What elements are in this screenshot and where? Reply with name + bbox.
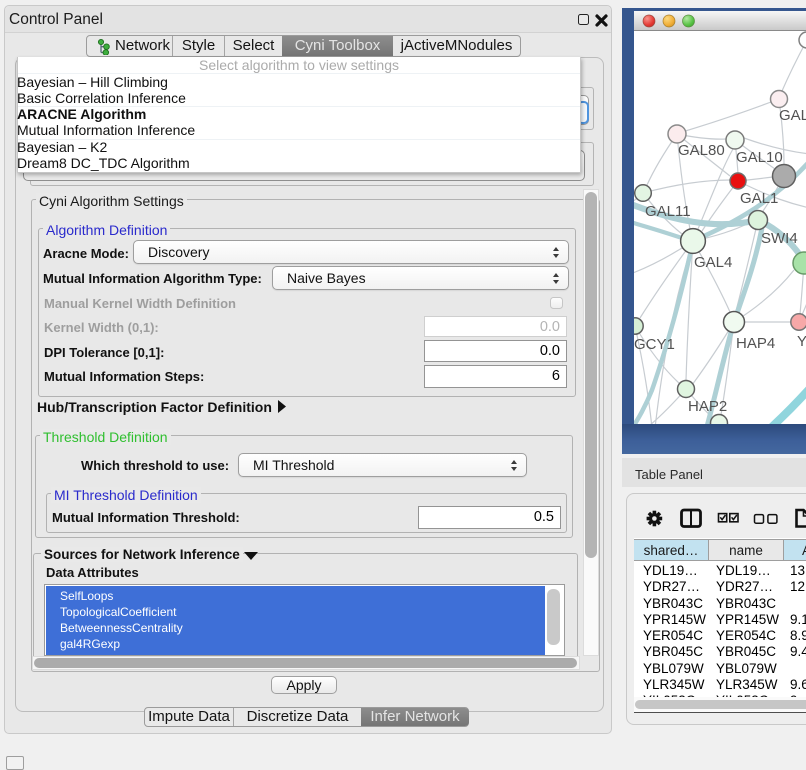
svg-text:GAL10: GAL10 [736,149,783,166]
svg-text:GAL1: GAL1 [740,190,778,207]
svg-text:GCY1: GCY1 [634,336,675,353]
svg-text:GAL11: GAL11 [645,203,691,220]
svg-text:YJ: YJ [797,333,806,350]
svg-text:SWI4: SWI4 [761,230,798,247]
svg-text:HAP2: HAP2 [688,398,727,415]
svg-text:GAL4: GAL4 [694,254,732,271]
svg-text:HAP4: HAP4 [736,335,775,352]
svg-text:GAL80: GAL80 [678,142,725,159]
svg-text:GAL2: GAL2 [779,107,806,124]
